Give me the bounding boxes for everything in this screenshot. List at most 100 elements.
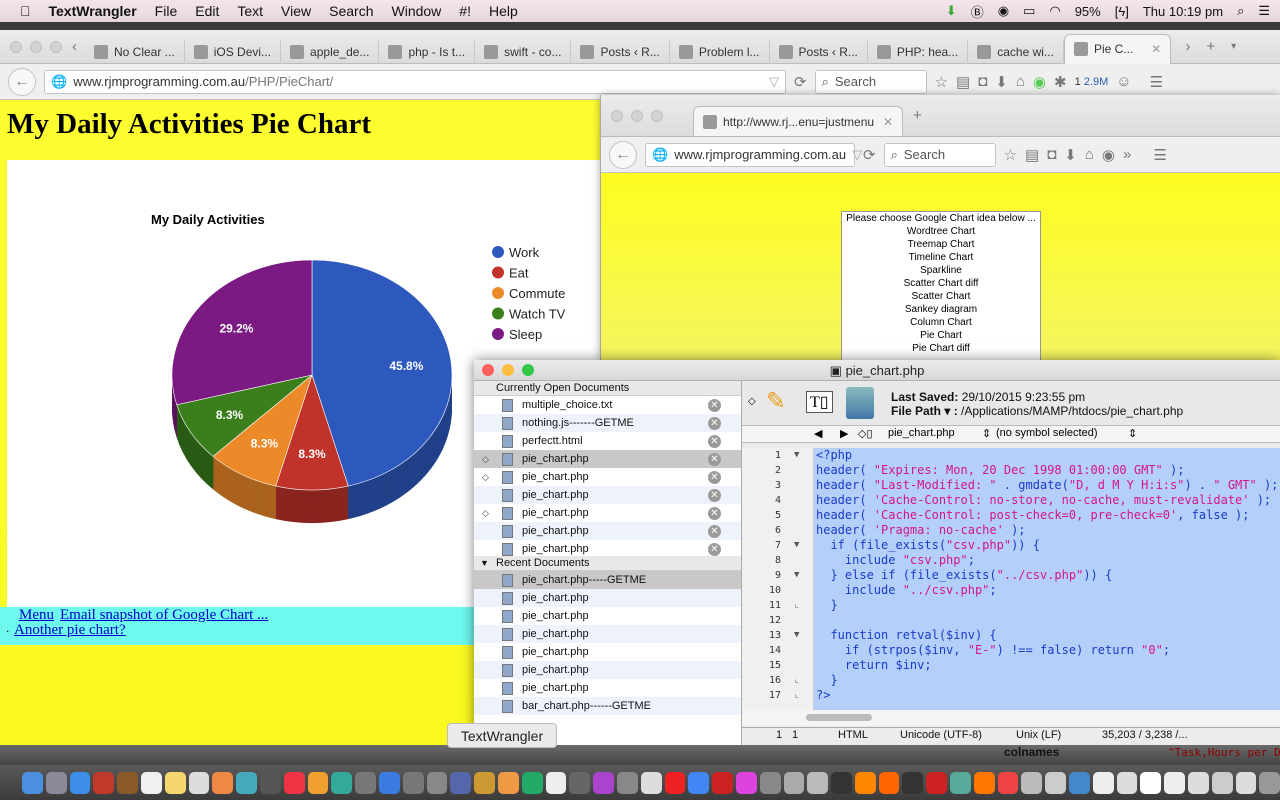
document-item[interactable]: pie_chart.php ✕ [474, 540, 741, 556]
dock-app-icon[interactable] [807, 771, 829, 794]
document-item[interactable]: pie_chart.php-----GETME [474, 571, 741, 589]
dock-app-icon[interactable] [1235, 771, 1257, 794]
legend-entry[interactable]: Sleep [509, 327, 542, 342]
menu-3[interactable]: View [272, 3, 320, 19]
close-tab-icon[interactable]: ✕ [1151, 42, 1161, 56]
pocket-icon[interactable]: ◘ [978, 73, 987, 90]
close-document-icon[interactable]: ✕ [708, 543, 721, 556]
dock-app-icon[interactable] [450, 771, 472, 794]
grammarly-icon[interactable]: ◉ [998, 3, 1009, 19]
pencil-icon[interactable]: ✎ [766, 387, 786, 416]
downloads-icon[interactable]: ⬇ [1064, 146, 1077, 164]
tab-8[interactable]: PHP: hea... [868, 39, 969, 64]
reload-icon[interactable]: ⟳ [794, 73, 807, 91]
dock-app-icon[interactable] [93, 771, 115, 794]
bookmark-star-icon[interactable]: ☆ [1004, 146, 1017, 164]
reading-list-icon[interactable]: ▤ [956, 73, 970, 91]
another-pie-chart-link[interactable]: Another pie chart? [14, 622, 126, 639]
tab-justmenu[interactable]: http://www.rj...enu=justmenu ✕ [693, 106, 903, 136]
document-item[interactable]: pie_chart.php ✕ [474, 486, 741, 504]
dock-app-icon[interactable] [1164, 771, 1186, 794]
dock-app-icon[interactable] [1188, 771, 1209, 794]
encoding-popup[interactable]: Unicode (UTF-8) [900, 729, 982, 741]
hamburger-menu-icon[interactable]: ☰ [1153, 146, 1166, 164]
menu-0[interactable]: File [146, 3, 187, 19]
apple-icon[interactable]:  [0, 3, 40, 19]
document-item[interactable]: multiple_choice.txt ✕ [474, 396, 741, 414]
grammarly-icon[interactable]: ◉ [1033, 73, 1046, 91]
back-button[interactable]: ← [609, 140, 637, 169]
document-item[interactable]: perfectt.html ✕ [474, 432, 741, 450]
menu-6[interactable]: #! [450, 3, 480, 19]
select-option[interactable]: Timeline Chart [842, 251, 1040, 264]
download-icon[interactable]: ⬇ [946, 3, 957, 19]
home-icon[interactable]: ⌂ [1085, 146, 1094, 163]
bookmark-star-icon[interactable]: ☆ [935, 73, 948, 91]
close-document-icon[interactable]: ✕ [708, 399, 721, 412]
battery-text[interactable]: 95% [1075, 4, 1101, 19]
dock-app-icon[interactable] [831, 771, 852, 794]
tab-1[interactable]: iOS Devi... [185, 39, 282, 64]
dock-app-icon[interactable] [569, 771, 591, 794]
document-item[interactable]: pie_chart.php ✕ [474, 522, 741, 540]
legend-entry[interactable]: Commute [509, 286, 565, 301]
dock-app-icon[interactable] [735, 771, 757, 794]
clock[interactable]: Thu 10:19 pm [1143, 4, 1223, 19]
close-window-button[interactable] [482, 364, 494, 376]
fold-icon[interactable]: ▼ [794, 538, 799, 553]
tabs-scroll-right-icon[interactable]: › [1185, 38, 1190, 55]
dock-app-icon[interactable] [426, 771, 448, 794]
dock-app-icon[interactable] [1092, 771, 1114, 794]
dock-app-icon[interactable] [664, 771, 686, 794]
legend-entry[interactable]: Work [509, 245, 540, 260]
file-path-menu[interactable]: File Path ▾ : [891, 404, 958, 418]
dock-app-icon[interactable] [593, 771, 614, 794]
fold-icon[interactable]: ⌞ [794, 688, 799, 703]
menu-7[interactable]: Help [480, 3, 527, 19]
tab-4[interactable]: swift - co... [475, 39, 572, 64]
fold-icon[interactable]: ▼ [794, 448, 799, 463]
dock-app-icon[interactable] [545, 771, 567, 794]
menu-2[interactable]: Text [228, 3, 272, 19]
document-item[interactable]: pie_chart.php [474, 589, 741, 607]
dock-app-icon[interactable] [640, 771, 662, 794]
dock-app-icon[interactable] [45, 771, 67, 794]
new-tab-icon[interactable]: + [1206, 38, 1215, 55]
dock-app-icon[interactable] [712, 771, 733, 794]
select-option[interactable]: Scatter Chart [842, 290, 1040, 303]
dock-app-icon[interactable] [783, 771, 805, 794]
battery-icon[interactable]: [ϟ] [1115, 4, 1129, 19]
close-document-icon[interactable]: ✕ [708, 489, 721, 502]
select-option[interactable]: Wordtree Chart [842, 225, 1040, 238]
dock-app-icon[interactable] [236, 771, 257, 794]
tab-5[interactable]: Posts ‹ R... [571, 39, 670, 64]
tab-0[interactable]: No Clear ... [85, 39, 185, 64]
next-icon[interactable]: ▶ [840, 427, 848, 440]
close-document-icon[interactable]: ✕ [708, 435, 721, 448]
symbol-popup[interactable]: (no symbol selected) [996, 427, 1098, 439]
dock-app-icon[interactable] [188, 771, 210, 794]
dock-app-icon[interactable] [1211, 771, 1233, 794]
url-bar-2[interactable]: 🌐 www.rjmprogramming.com.au ▽ [645, 142, 862, 167]
dock-app-icon[interactable] [140, 771, 162, 794]
document-item[interactable]: nothing.js-------GETME ✕ [474, 414, 741, 432]
select-option[interactable]: Sparkline [842, 264, 1040, 277]
dock-app-icon[interactable] [688, 771, 710, 794]
dock-app-icon[interactable] [926, 771, 948, 794]
close-tab-icon[interactable]: ✕ [883, 115, 893, 129]
dock-app-icon[interactable] [997, 771, 1019, 794]
wifi-icon[interactable]: ◠ [1049, 3, 1060, 19]
document-item[interactable]: pie_chart.php [474, 643, 741, 661]
dock-app-icon[interactable] [117, 771, 138, 794]
disclosure-triangle-icon[interactable]: ▼ [480, 556, 489, 571]
dock-app-icon[interactable] [854, 771, 876, 794]
dock-app-icon[interactable] [1045, 771, 1067, 794]
fold-icon[interactable]: ⌞ [794, 673, 799, 688]
window-controls-2[interactable] [601, 109, 673, 122]
search-input[interactable]: ⌕ Search [814, 69, 927, 94]
dock-app-icon[interactable] [1116, 771, 1138, 794]
dock-app-icon[interactable] [22, 771, 43, 794]
extension-icon[interactable]: ✱ [1054, 73, 1067, 91]
dock-app-icon[interactable] [1021, 771, 1043, 794]
menu-1[interactable]: Edit [186, 3, 228, 19]
